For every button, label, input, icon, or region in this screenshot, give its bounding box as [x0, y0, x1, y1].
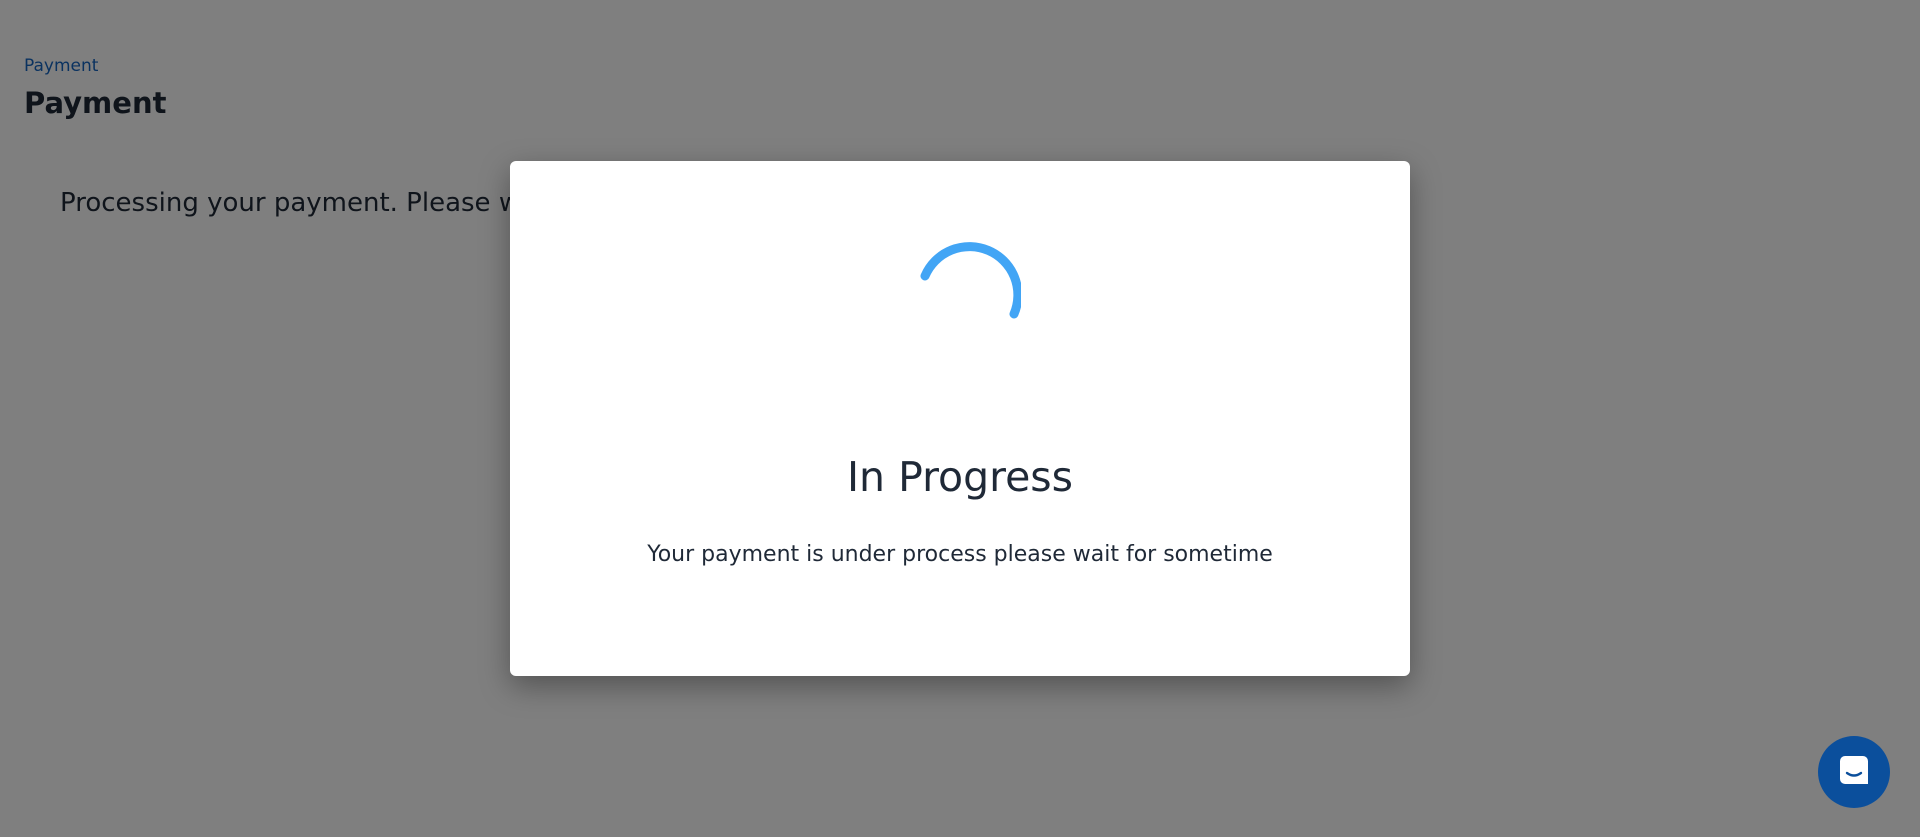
- dialog-title: In Progress: [846, 453, 1074, 501]
- loading-spinner-icon: [911, 242, 1023, 352]
- progress-dialog: In Progress Your payment is under proces…: [510, 161, 1410, 676]
- chat-icon: [1837, 753, 1871, 791]
- chat-launcher-button[interactable]: [1818, 736, 1890, 808]
- dialog-message: Your payment is under process please wai…: [647, 542, 1273, 567]
